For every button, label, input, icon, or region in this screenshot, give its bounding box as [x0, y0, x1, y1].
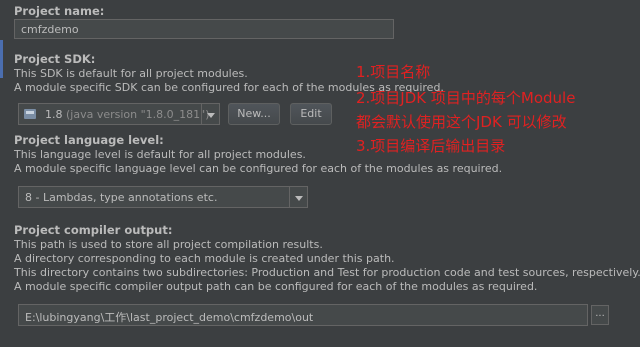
annotation-line-1: 1.项目名称	[356, 63, 431, 81]
selection-indicator	[0, 40, 3, 78]
compiler-output-path-input[interactable]: E:\lubingyang\工作\last_project_demo\cmfzd…	[18, 304, 588, 326]
annotation-line-3: 都会默认使用这个JDK 可以修改	[356, 113, 567, 131]
annotation-line-4: 3.项目编译后输出目录	[356, 137, 506, 155]
project-name-value: cmfzdemo	[21, 23, 79, 36]
project-sdk-label: Project SDK:	[14, 52, 96, 66]
project-name-input[interactable]: cmfzdemo	[14, 19, 394, 39]
sdk-name: 1.8	[45, 108, 63, 121]
compiler-output-desc-2: A directory corresponding to each module…	[14, 252, 395, 265]
sdk-version: (java version "1.8.0_181")	[66, 108, 210, 121]
sdk-new-button[interactable]: New...	[228, 103, 280, 125]
language-level-select[interactable]: 8 - Lambdas, type annotations etc.	[18, 186, 308, 208]
compiler-output-desc-1: This path is used to store all project c…	[14, 238, 323, 251]
jdk-icon	[24, 109, 36, 119]
language-level-label: Project language level:	[14, 133, 164, 147]
language-level-desc-1: This language level is default for all p…	[14, 148, 306, 161]
project-name-label: Project name:	[14, 4, 105, 18]
compiler-output-desc-4: A module specific compiler output path c…	[14, 280, 538, 293]
compiler-output-path-value: E:\lubingyang\工作\last_project_demo\cmfzd…	[25, 311, 314, 324]
compiler-output-desc-3: This directory contains two subdirectori…	[14, 266, 640, 279]
sdk-edit-button[interactable]: Edit	[290, 103, 332, 125]
language-level-desc-2: A module specific language level can be …	[14, 162, 503, 175]
sdk-select[interactable]: 1.8 (java version "1.8.0_181")	[18, 103, 220, 125]
chevron-down-icon[interactable]	[289, 187, 307, 207]
compiler-output-label: Project compiler output:	[14, 223, 173, 237]
chevron-down-icon[interactable]	[201, 104, 219, 124]
annotation-line-2: 2.项目JDK 项目中的每个Module	[356, 89, 576, 107]
project-sdk-desc-1: This SDK is default for all project modu…	[14, 67, 248, 80]
language-level-value: 8 - Lambdas, type annotations etc.	[25, 191, 218, 204]
sdk-selected-text: 1.8 (java version "1.8.0_181")	[45, 108, 210, 121]
browse-button[interactable]: ...	[591, 305, 609, 325]
